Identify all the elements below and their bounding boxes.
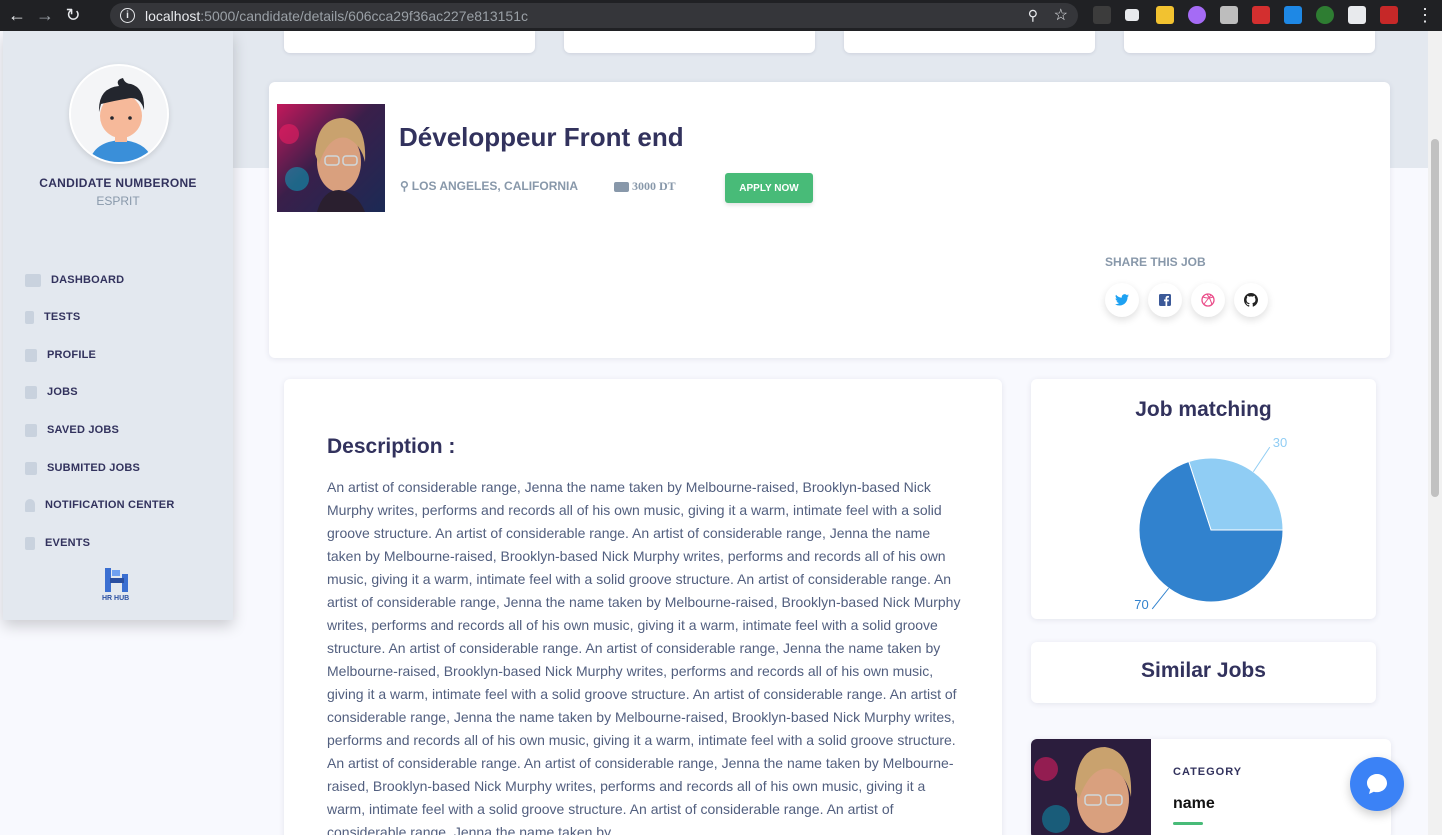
sidebar-item-label: DASHBOARD bbox=[51, 274, 125, 286]
sidebar-item-submited-jobs[interactable]: SUBMITED JOBS bbox=[25, 458, 140, 478]
sidebar-item-profile[interactable]: PROFILE bbox=[25, 345, 96, 365]
job-salary: 3000 DT bbox=[614, 179, 676, 194]
extension-icon[interactable] bbox=[1125, 9, 1139, 21]
candidate-organization: ESPRIT bbox=[96, 194, 140, 208]
apply-now-button[interactable]: APPLY NOW bbox=[725, 173, 813, 203]
reload-icon[interactable]: ↻ bbox=[62, 5, 84, 27]
similar-job-category-label: CATEGORY bbox=[1173, 766, 1243, 778]
job-matching-pie-chart: 30 70 bbox=[1134, 435, 1287, 612]
page-scrollbar[interactable] bbox=[1428, 31, 1442, 835]
zoom-icon[interactable]: ⚲ bbox=[1028, 7, 1038, 24]
money-icon bbox=[614, 181, 629, 192]
job-title: Développeur Front end bbox=[399, 122, 684, 152]
job-matching-card: Job matching 30 70 bbox=[1031, 379, 1376, 619]
extension-icon[interactable] bbox=[1093, 6, 1111, 24]
sidebar-item-label: NOTIFICATION CENTER bbox=[45, 499, 175, 511]
sidebar-item-label: SAVED JOBS bbox=[47, 424, 120, 436]
forward-icon[interactable]: → bbox=[34, 5, 56, 27]
pie-label-line bbox=[1252, 446, 1271, 473]
url-path: :5000/candidate/details/606cca29f36ac227… bbox=[200, 7, 528, 24]
stat-card bbox=[844, 31, 1095, 53]
url-host: localhost bbox=[145, 7, 201, 24]
dribbble-icon[interactable] bbox=[1191, 283, 1225, 317]
extension-icon[interactable] bbox=[1252, 6, 1270, 24]
job-salary-text: 3000 DT bbox=[632, 179, 676, 193]
bookmark-star-icon[interactable]: ☆ bbox=[1054, 5, 1068, 25]
facebook-icon[interactable] bbox=[1148, 283, 1182, 317]
logo-text: HR HUB bbox=[102, 595, 130, 602]
similar-job-accent-bar bbox=[1173, 822, 1203, 825]
briefcase-icon bbox=[25, 348, 37, 362]
sidebar-item-jobs[interactable]: JOBS bbox=[25, 382, 78, 402]
job-header-card: Développeur Front end ⚲ LOS ANGELES, CAL… bbox=[269, 82, 1390, 358]
briefcase-icon bbox=[25, 461, 37, 475]
extension-icon[interactable] bbox=[1188, 6, 1206, 24]
job-location: ⚲ LOS ANGELES, CALIFORNIA bbox=[400, 179, 578, 193]
similar-jobs-title: Similar Jobs bbox=[1141, 659, 1266, 682]
avatar[interactable] bbox=[69, 64, 169, 164]
chat-button[interactable] bbox=[1350, 757, 1404, 811]
stat-card bbox=[1124, 31, 1375, 53]
extension-icon[interactable] bbox=[1316, 6, 1334, 24]
monitor-icon bbox=[25, 273, 41, 287]
back-icon[interactable]: ← bbox=[6, 5, 28, 27]
site-info-icon[interactable]: i bbox=[120, 8, 135, 23]
briefcase-icon bbox=[25, 385, 37, 399]
description-card: Description : An artist of considerable … bbox=[284, 379, 1002, 835]
scrollbar-thumb[interactable] bbox=[1431, 139, 1439, 497]
sidebar-item-label: TESTS bbox=[44, 311, 81, 323]
twitter-icon[interactable] bbox=[1105, 283, 1139, 317]
extension-icon[interactable] bbox=[1380, 6, 1398, 24]
browser-toolbar: ← → ↻ i localhost:5000/candidate/details… bbox=[0, 0, 1442, 31]
chat-bubble-icon bbox=[1367, 774, 1387, 794]
job-image bbox=[277, 104, 385, 212]
briefcase-icon bbox=[25, 423, 37, 437]
sidebar-item-saved-jobs[interactable]: SAVED JOBS bbox=[25, 420, 119, 440]
page: CANDIDATE NUMBERONE ESPRIT DASHBOARD TES… bbox=[0, 31, 1428, 835]
pie-data-label: 70 bbox=[1134, 597, 1148, 612]
similar-jobs-card: Similar Jobs bbox=[1031, 642, 1376, 703]
calendar-icon bbox=[25, 536, 35, 550]
description-text: An artist of considerable range, Jenna t… bbox=[327, 479, 961, 835]
stat-card bbox=[284, 31, 535, 53]
file-icon bbox=[25, 310, 34, 324]
similar-job-name: name bbox=[1173, 795, 1215, 812]
sidebar-item-label: PROFILE bbox=[47, 349, 97, 361]
sidebar-item-label: EVENTS bbox=[45, 537, 91, 549]
pie-label-line bbox=[1151, 587, 1170, 610]
stat-card bbox=[564, 31, 815, 53]
github-icon[interactable] bbox=[1234, 283, 1268, 317]
job-location-text: LOS ANGELES, CALIFORNIA bbox=[411, 179, 579, 193]
similar-job-image bbox=[1031, 739, 1151, 835]
similar-job-item[interactable]: CATEGORY name bbox=[1031, 739, 1391, 835]
sidebar-item-dashboard[interactable]: DASHBOARD bbox=[25, 270, 124, 290]
sidebar-item-events[interactable]: EVENTS bbox=[25, 533, 90, 553]
extension-icon[interactable] bbox=[1156, 6, 1174, 24]
sidebar-item-label: JOBS bbox=[47, 386, 78, 398]
extension-icon[interactable] bbox=[1284, 6, 1302, 24]
description-title: Description : bbox=[327, 435, 456, 458]
hr-hub-logo[interactable]: HR HUB bbox=[100, 566, 136, 606]
address-bar[interactable]: i localhost:5000/candidate/details/606cc… bbox=[110, 3, 1078, 28]
puzzle-icon[interactable] bbox=[1348, 6, 1366, 24]
sidebar: CANDIDATE NUMBERONE ESPRIT DASHBOARD TES… bbox=[3, 31, 233, 620]
camera-extension-icon[interactable] bbox=[1220, 6, 1238, 24]
map-marker-icon: ⚲ bbox=[400, 179, 409, 193]
pie-data-label: 30 bbox=[1273, 435, 1287, 450]
sidebar-item-notification-center[interactable]: NOTIFICATION CENTER bbox=[25, 495, 174, 515]
candidate-name: CANDIDATE NUMBERONE bbox=[39, 176, 197, 190]
menu-dots-icon[interactable]: ⋮ bbox=[1414, 4, 1436, 26]
bell-icon bbox=[25, 498, 35, 512]
sidebar-item-tests[interactable]: TESTS bbox=[25, 307, 80, 327]
share-title: SHARE THIS JOB bbox=[1105, 255, 1206, 269]
sidebar-item-label: SUBMITED JOBS bbox=[47, 462, 141, 474]
